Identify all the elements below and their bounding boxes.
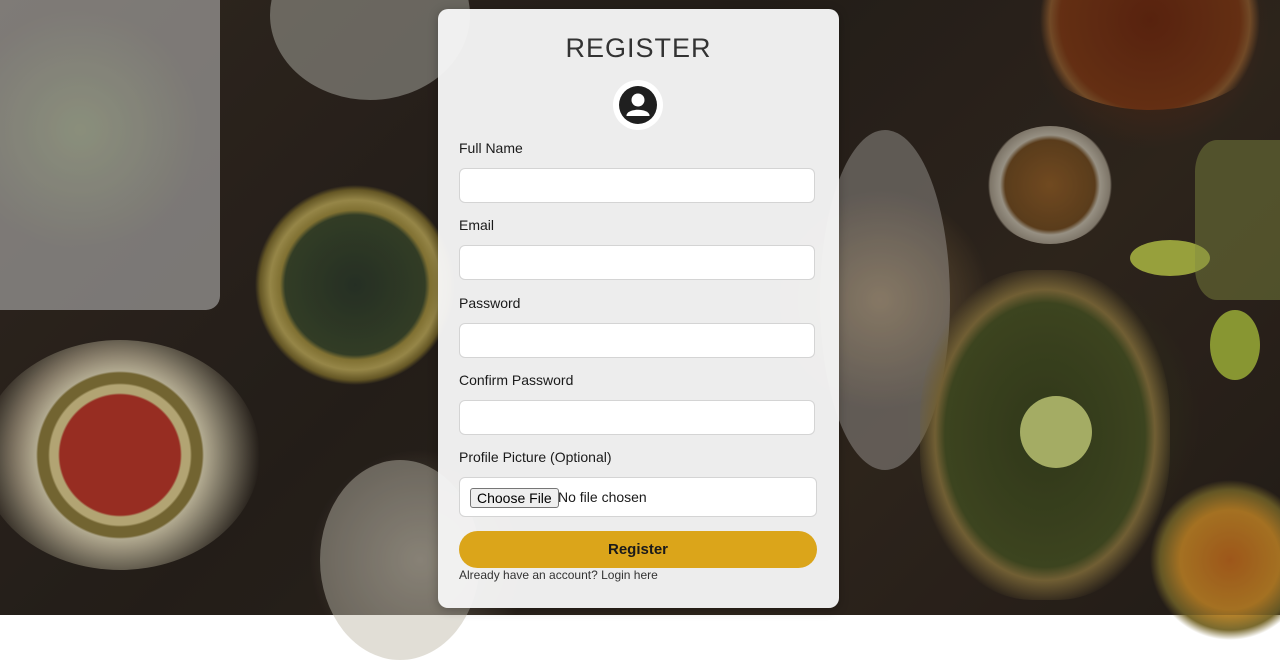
login-link[interactable]: Already have an account? Login here: [459, 568, 658, 582]
profile-picture-label: Profile Picture (Optional): [459, 449, 612, 465]
password-input[interactable]: [459, 323, 815, 358]
confirm-password-label: Confirm Password: [459, 372, 574, 388]
register-card: REGISTER Full Name Email Password Confir…: [438, 9, 839, 608]
full-name-label: Full Name: [459, 140, 523, 156]
register-button[interactable]: Register: [459, 531, 817, 568]
full-name-input[interactable]: [459, 168, 815, 203]
page-title: REGISTER: [565, 33, 712, 63]
email-label: Email: [459, 217, 495, 233]
choose-file-button[interactable]: Choose File: [470, 488, 559, 508]
password-label: Password: [459, 295, 521, 311]
user-avatar-svg: [619, 86, 657, 124]
profile-picture-file-input: Choose File No file chosen: [459, 477, 817, 517]
email-input[interactable]: [459, 245, 815, 280]
user-circle-icon: [613, 80, 663, 130]
confirm-password-input[interactable]: [459, 400, 815, 435]
file-status-text: No file chosen: [558, 489, 647, 505]
